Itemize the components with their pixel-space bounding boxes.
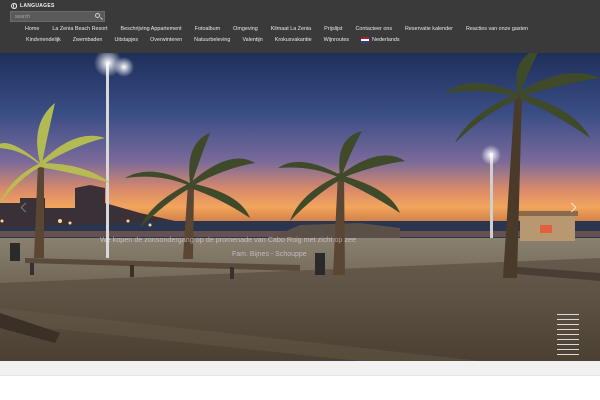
search-input[interactable] bbox=[11, 12, 93, 21]
globe-icon bbox=[11, 3, 17, 9]
nav-item-valentijn[interactable]: Valentijn bbox=[242, 37, 262, 43]
languages-switcher[interactable]: LANGUAGES bbox=[11, 2, 55, 10]
nav-item-reservatie-kalender[interactable]: Reservatie kalender bbox=[405, 26, 453, 32]
nav-item-omgeving[interactable]: Omgeving bbox=[233, 26, 258, 32]
nav-item-krokusvakantie[interactable]: Krokusvakantie bbox=[275, 37, 312, 43]
nav-item-contacteer-ons[interactable]: Contacteer ons bbox=[355, 26, 392, 32]
main-nav-row-2: Kindvriendelijk Zwembaden Uitstapjes Ove… bbox=[0, 35, 600, 45]
chevron-left-icon[interactable] bbox=[18, 201, 28, 215]
chevron-right-icon[interactable] bbox=[568, 201, 578, 215]
nav-item-zwembaden[interactable]: Zwembaden bbox=[73, 37, 103, 43]
nav-item-beschrijving-appartement[interactable]: Beschrijving Appartement bbox=[121, 26, 182, 32]
slide-caption: We kopen de zonsondergang op de promenad… bbox=[100, 235, 356, 244]
main-nav-row-1: Home La Zenia Beach Resort Beschrijving … bbox=[0, 24, 600, 34]
nav-item-uitstapjes[interactable]: Uitstapjes bbox=[114, 37, 138, 43]
language-label: Nederlands bbox=[372, 37, 400, 43]
language-selector[interactable]: Nederlands bbox=[361, 37, 400, 43]
content-strip bbox=[0, 361, 600, 376]
languages-label: LANGUAGES bbox=[20, 3, 55, 9]
nav-item-fotoalbum[interactable]: Fotoalbum bbox=[195, 26, 220, 32]
search-icon[interactable] bbox=[95, 13, 100, 18]
nav-item-overwinteren[interactable]: Overwinteren bbox=[150, 37, 182, 43]
nav-item-reacties[interactable]: Reacties van onze gasten bbox=[466, 26, 528, 32]
nav-item-prijslijst[interactable]: Prijslijst bbox=[324, 26, 342, 32]
photo-credit: Fam. Bijnes - Schouppe bbox=[232, 251, 307, 258]
slider-menu-icon[interactable] bbox=[557, 314, 579, 356]
search-box bbox=[10, 11, 105, 22]
site-header: LANGUAGES Home La Zenia Beach Resort Bes… bbox=[0, 0, 600, 53]
nav-item-klimaat[interactable]: Klimaat La Zenia bbox=[271, 26, 311, 32]
nav-item-natuurbeleving[interactable]: Natuurbeleving bbox=[194, 37, 230, 43]
nav-item-la-zenia-beach-resort[interactable]: La Zenia Beach Resort bbox=[52, 26, 107, 32]
netherlands-flag-icon bbox=[361, 37, 370, 43]
sunset-promenade-photo bbox=[0, 53, 600, 361]
nav-item-home[interactable]: Home bbox=[25, 26, 39, 32]
hero-slider: We kopen de zonsondergang op de promenad… bbox=[0, 53, 600, 361]
nav-item-kindvriendelijk[interactable]: Kindvriendelijk bbox=[26, 37, 61, 43]
nav-item-wijnroutes[interactable]: Wijnroutes bbox=[324, 37, 349, 43]
